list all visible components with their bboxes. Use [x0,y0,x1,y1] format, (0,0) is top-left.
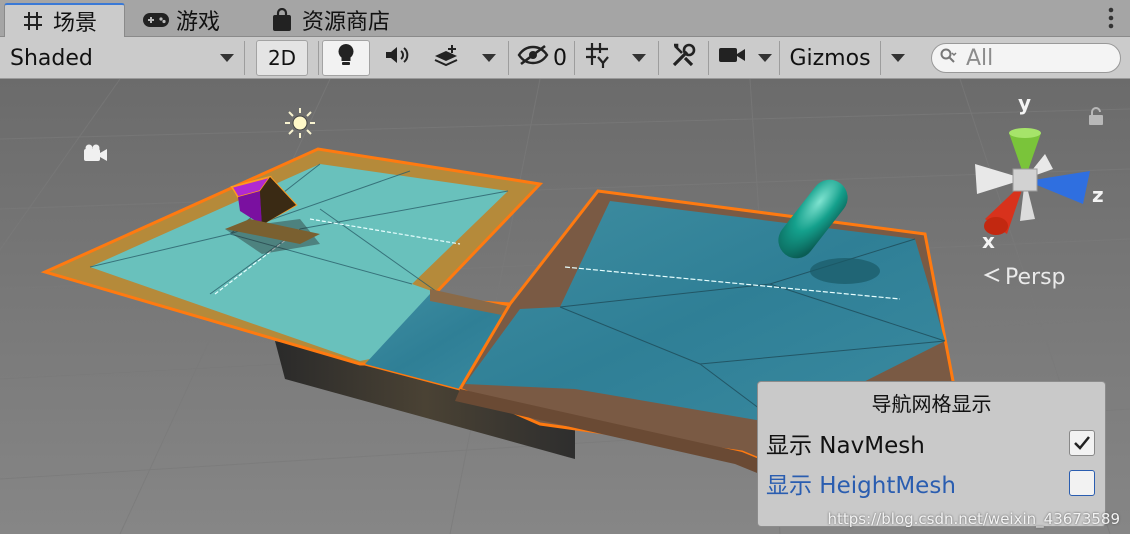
checkmark-icon [1074,436,1090,450]
toggle-2d-label: 2D [267,46,297,70]
divider [318,41,319,75]
lightbulb-icon [336,42,356,74]
z-axis-label: z [1092,183,1104,207]
scene-toolbar: Shaded 2D 0 Gizmos All [0,37,1130,79]
more-menu-icon[interactable] [1106,6,1116,32]
chevron-down-icon [891,54,905,62]
gizmos-toggle-button[interactable]: Gizmos [782,40,878,76]
directional-light-icon[interactable] [285,108,315,138]
layers-stack-icon [433,43,461,73]
projection-toggle[interactable]: Persp [983,265,1066,290]
draw-mode-label: Shaded [10,45,93,71]
gizmos-label: Gizmos [789,45,871,71]
x-axis-label: x [982,229,995,253]
effects-toggle-button[interactable] [424,40,470,76]
audio-toggle-button[interactable] [372,40,422,76]
y-axis-label: y [1018,91,1032,115]
tools-button[interactable] [662,40,706,76]
camera-settings-button[interactable] [712,40,752,76]
tab-asset-store-label: 资源商店 [302,10,391,35]
search-icon [940,48,958,68]
tab-scene-label: 场景 [53,11,98,36]
draw-mode-dropdown[interactable]: Shaded [4,40,242,76]
chevron-down-icon [758,54,772,62]
chevron-down-icon [220,54,234,62]
shopping-bag-icon [268,6,296,34]
chevron-down-icon [632,54,646,62]
speaker-icon [383,44,411,72]
tab-game[interactable]: 游戏 [128,3,248,37]
tab-game-label: 游戏 [176,10,221,35]
divider [779,41,780,75]
show-heightmesh-label: 显示 HeightMesh [766,473,956,499]
navmesh-display-panel: 导航网格显示 显示 NavMesh 显示 HeightMesh [757,381,1106,527]
scene-viewport[interactable]: y z x Persp 导航网格显示 显示 NavMesh 显示 HeightM… [0,79,1130,534]
projection-label: Persp [1005,265,1066,290]
grid-snap-icon [584,41,612,75]
divider [244,41,245,75]
hidden-object-count: 0 [553,45,567,71]
tab-bar: 场景 游戏 资源商店 [0,0,1130,37]
show-navmesh-label: 显示 NavMesh [766,433,925,459]
eye-slash-icon [517,44,549,72]
video-camera-icon [718,45,746,71]
divider [880,41,881,75]
panel-title: 导航网格显示 [871,392,992,416]
wrench-screwdriver-icon [671,42,697,74]
camera-dropdown[interactable] [752,40,778,76]
lighting-toggle-button[interactable] [322,40,370,76]
effects-dropdown[interactable] [472,40,506,76]
show-navmesh-option[interactable]: 显示 NavMesh [766,426,1095,460]
divider [708,41,709,75]
grid-dropdown[interactable] [622,40,656,76]
chevron-down-icon [482,54,496,62]
chevron-left-icon [983,265,1001,290]
gizmos-dropdown[interactable] [882,40,914,76]
show-heightmesh-checkbox[interactable] [1069,470,1095,496]
tab-asset-store[interactable]: 资源商店 [254,3,414,37]
hierarchy-search[interactable] [931,43,1121,73]
show-navmesh-checkbox[interactable] [1069,430,1095,456]
divider [508,41,509,75]
watermark-text: https://blog.csdn.net/weixin_43673589 [827,510,1120,528]
search-input[interactable] [964,44,1108,72]
grid-snap-toggle[interactable] [578,40,618,76]
divider [574,41,575,75]
toggle-2d-button[interactable]: 2D [256,40,308,76]
divider [658,41,659,75]
gamepad-icon [142,6,170,34]
scene-visibility-toggle[interactable]: 0 [512,40,572,76]
tab-scene[interactable]: 场景 [4,3,125,37]
show-heightmesh-option[interactable]: 显示 HeightMesh [766,466,1095,500]
grid-icon [19,7,47,35]
